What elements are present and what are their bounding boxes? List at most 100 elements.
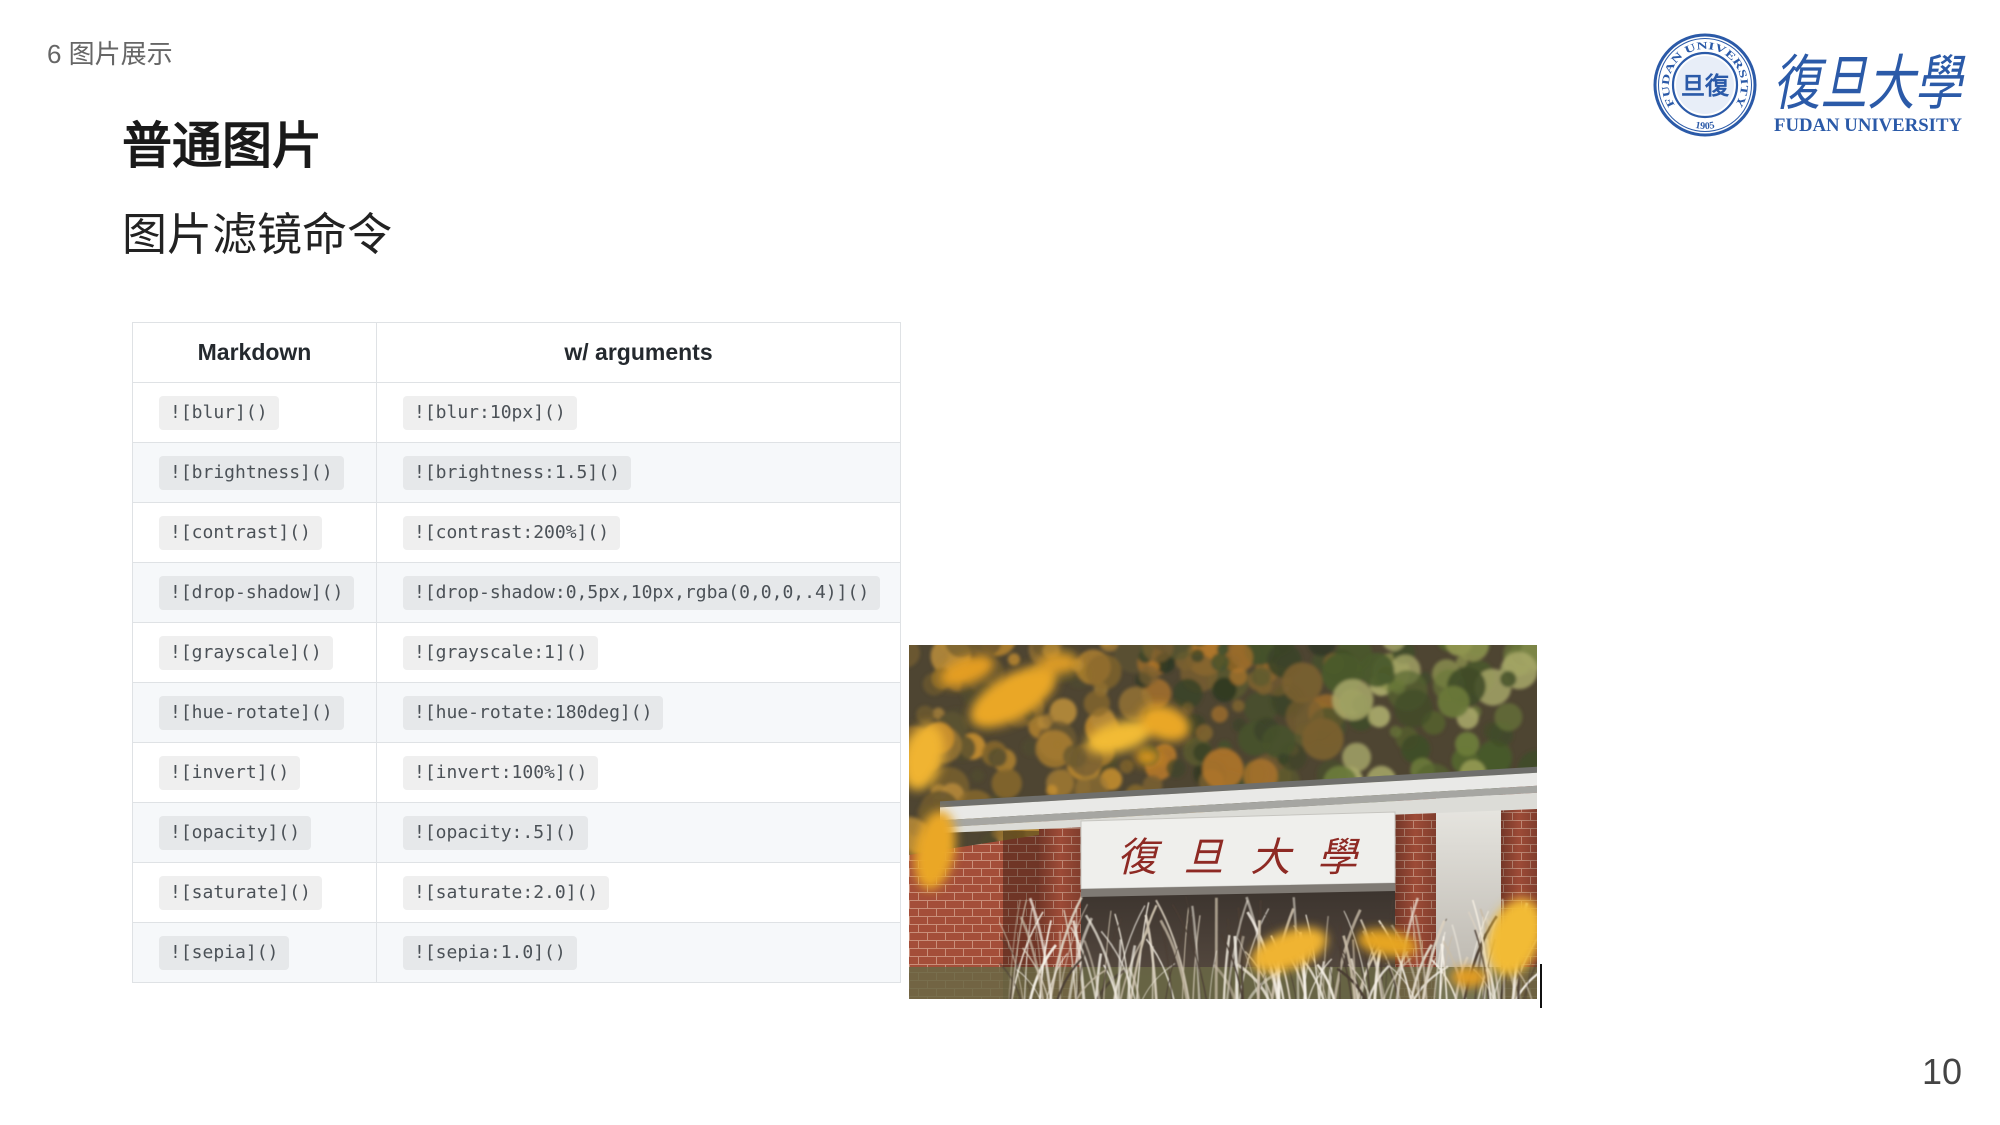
markdown-cell: ![grayscale]() [132,622,377,683]
markdown-cell: ![opacity]() [132,802,377,863]
text-cursor [1540,964,1542,1008]
markdown-cell: ![blur]() [132,382,377,443]
foliage-blob [1394,689,1433,728]
foliage-blob [988,748,1008,767]
arguments-code: ![grayscale:1]() [403,635,599,670]
markdown-code: ![contrast]() [159,515,322,550]
foliage-blob [1455,731,1480,757]
foliage-blob [1332,679,1374,721]
markdown-cell: ![sepia]() [132,922,377,983]
foliage-blob [1368,705,1391,728]
foliage-blob [991,768,1022,799]
logo-chinese-name: 復旦大學 [1773,49,1966,119]
arguments-code: ![opacity:.5]() [403,815,588,850]
foliage-blob [1389,725,1402,738]
arguments-cell: ![invert:100%]() [376,742,901,803]
foliage-blob [1391,679,1406,694]
page-subtitle: 图片滤镜命令 [122,209,393,260]
foliage-blob [1359,652,1395,688]
foliage-blob [1202,748,1244,790]
arguments-code: ![hue-rotate:180deg]() [403,695,664,730]
arguments-cell: ![saturate:2.0]() [376,862,901,923]
markdown-code: ![grayscale]() [159,635,333,670]
column-header-arguments: w/ arguments [376,322,901,383]
arguments-code: ![drop-shadow:0,5px,10px,rgba(0,0,0,.4)]… [403,575,881,610]
markdown-code: ![drop-shadow]() [159,575,355,610]
foliage-blob [916,705,935,724]
image-filter-table: Markdown w/ arguments ![blur]() ![blur:1… [132,322,901,983]
foliage-blob [1139,665,1159,686]
foliage-blob [1007,653,1021,666]
arguments-cell: ![opacity:.5]() [376,802,901,863]
table-row: ![invert]() ![invert:100%]() [132,742,901,803]
table-row: ![drop-shadow]() ![drop-shadow:0,5px,10p… [132,562,901,623]
markdown-cell: ![saturate]() [132,862,377,923]
arguments-cell: ![drop-shadow:0,5px,10px,rgba(0,0,0,.4)]… [376,562,901,623]
foliage-blob [1229,667,1248,686]
foliage-blob [1119,759,1134,774]
markdown-cell: ![hue-rotate]() [132,682,377,743]
table-row: ![grayscale]() ![grayscale:1]() [132,622,901,683]
foliage-blob [1261,724,1296,759]
page-number: 10 [1921,1051,1962,1092]
foliage-blob [971,769,985,783]
arguments-code: ![brightness:1.5]() [403,455,631,490]
table-header-row: Markdown w/ arguments [132,322,901,383]
arguments-cell: ![hue-rotate:180deg]() [376,682,901,743]
yellow-leaf [1451,967,1487,987]
table-row: ![saturate]() ![saturate:2.0]() [132,862,901,923]
foliage-blob [1437,685,1470,718]
logo-english-name: FUDAN UNIVERSITY [1774,115,1962,136]
foliage-blob [1195,724,1213,742]
arguments-cell: ![blur:10px]() [376,382,901,443]
foliage-blob [1042,713,1055,726]
fudan-university-logo: FUDAN UNIVERSITY 1905 復旦 復旦大學 FUDAN UNIV… [1653,33,1966,137]
yellow-leaf [1135,749,1159,765]
yellow-leaf [1039,652,1079,674]
university-seal: FUDAN UNIVERSITY 1905 復旦 [1653,33,1757,137]
table-row: ![opacity]() ![opacity:.5]() [132,802,901,863]
column-header-markdown: Markdown [132,322,377,383]
foliage-blob [1232,699,1245,713]
foliage-blob [1211,653,1230,672]
markdown-code: ![hue-rotate]() [159,695,344,730]
table-row: ![hue-rotate]() ![hue-rotate:180deg]() [132,682,901,743]
markdown-cell: ![invert]() [132,742,377,803]
arguments-cell: ![brightness:1.5]() [376,442,901,503]
foliage-blob [1046,784,1058,797]
foliage-blob [1191,649,1205,663]
page-title: 普通图片 [122,118,322,174]
table-row: ![contrast]() ![contrast:200%]() [132,502,901,563]
foliage-blob [1085,654,1122,690]
markdown-cell: ![contrast]() [132,502,377,563]
foliage-blob [1182,702,1194,714]
arguments-code: ![contrast:200%]() [403,515,621,550]
gate-structure: 復旦大學 [909,766,1537,999]
foliage-blob [1494,703,1523,732]
arguments-code: ![blur:10px]() [403,395,577,430]
foliage-blob [1166,758,1186,778]
markdown-code: ![blur]() [159,395,279,430]
arguments-code: ![saturate:2.0]() [403,875,610,910]
markdown-code: ![sepia]() [159,935,290,970]
markdown-code: ![opacity]() [159,815,312,850]
markdown-code: ![saturate]() [159,875,322,910]
foliage-blob [1277,753,1289,765]
table-row: ![sepia]() ![sepia:1.0]() [132,922,901,983]
arguments-cell: ![grayscale:1]() [376,622,901,683]
markdown-code: ![brightness]() [159,455,344,490]
arguments-cell: ![sepia:1.0]() [376,922,901,983]
foliage-blob [1083,690,1110,717]
campus-gate-photo: 復旦大學 [909,645,1537,999]
foliage-blob [1251,666,1271,687]
markdown-code: ![invert]() [159,755,301,790]
arguments-code: ![sepia:1.0]() [403,935,577,970]
section-label: 6 图片展示 [47,39,173,69]
seal-center-glyph: 復旦 [1681,72,1730,100]
markdown-cell: ![drop-shadow]() [132,562,377,623]
table-row: ![blur]() ![blur:10px]() [132,382,901,443]
foliage-blob [1285,697,1324,736]
foliage-blob [1500,670,1517,688]
foliage-blob [1211,705,1229,723]
arguments-cell: ![contrast:200%]() [376,502,901,563]
